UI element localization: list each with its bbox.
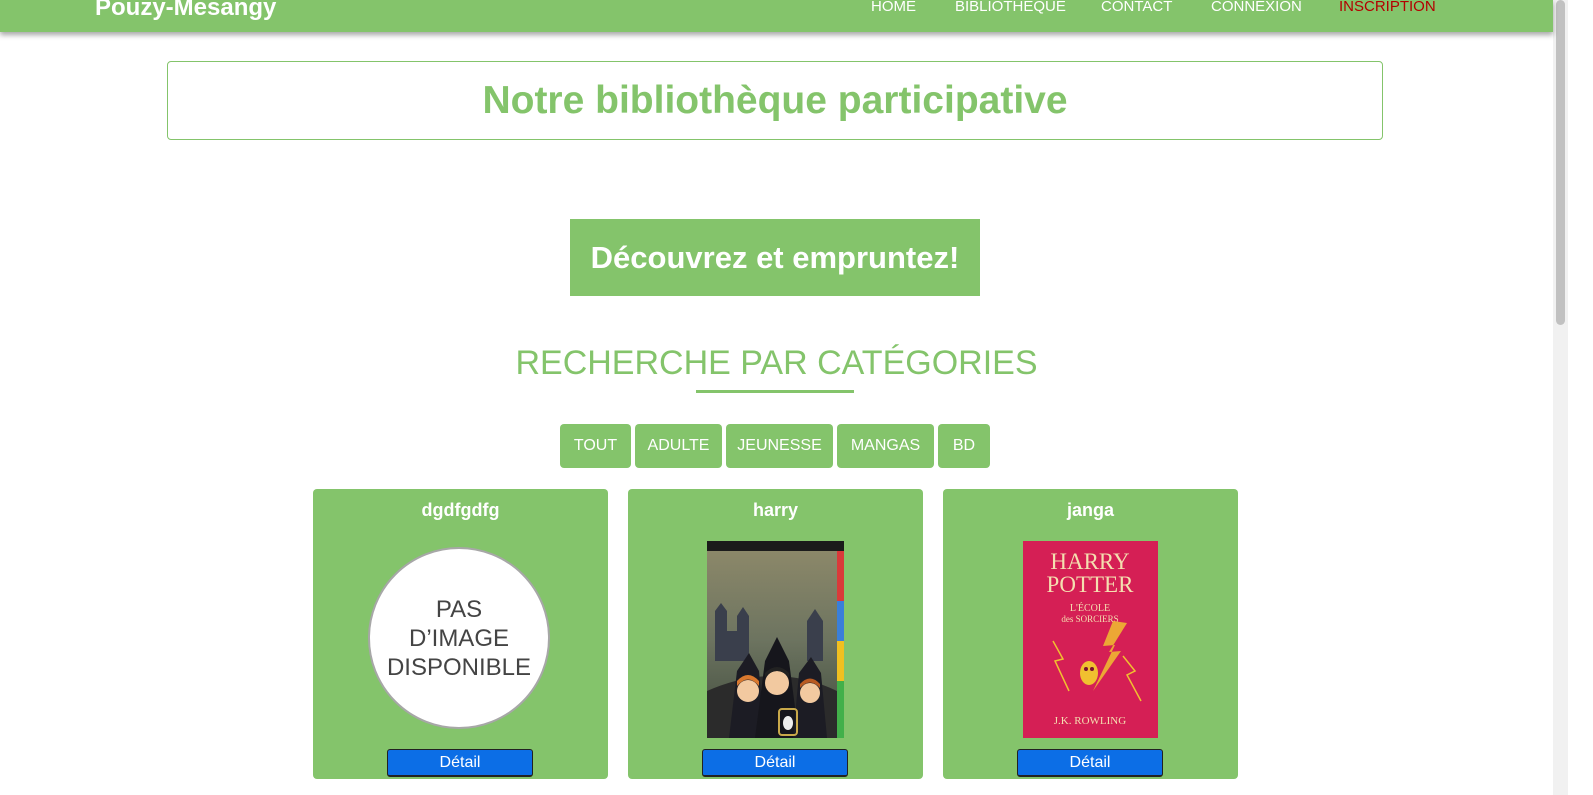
scrollbar-thumb[interactable] — [1556, 0, 1565, 325]
book-card: dgdfgdfg PAS D’IMAGE DISPONIBLE Détail — [313, 489, 608, 779]
cover-subtitle-line1: L'ÉCOLE — [1070, 602, 1110, 614]
book-title: janga — [1066, 500, 1114, 520]
no-image-placeholder: PAS D’IMAGE DISPONIBLE — [368, 547, 550, 729]
cover-art — [707, 541, 844, 738]
no-image-text: PAS D’IMAGE DISPONIBLE — [386, 595, 532, 681]
nav-link-bibliotheque[interactable]: BIBLIOTHEQUE — [955, 0, 1066, 17]
book-cover-image: HARRY POTTER L'ÉCOLE des SORCIERS J.K. R… — [1023, 541, 1158, 738]
category-button-adulte[interactable]: ADULTE — [635, 424, 722, 468]
cover-series-line2: POTTER — [1047, 572, 1135, 597]
nav-link-contact[interactable]: CONTACT — [1101, 0, 1172, 17]
book-cover-image — [707, 541, 844, 738]
page-title-box: Notre bibliothèque participative — [167, 61, 1383, 140]
book-card: janga HARRY POTTER L'ÉCOLE des SORCIERS … — [943, 489, 1238, 779]
top-navbar: Pouzy-Mesangy HOME BIBLIOTHEQUE CONTACT … — [0, 0, 1553, 32]
nav-link-connexion[interactable]: CONNEXION — [1211, 0, 1302, 17]
cover-series-line1: HARRY — [1050, 549, 1130, 574]
cover-subtitle-line2: des SORCIERS — [1061, 614, 1118, 624]
page-scrollbar[interactable] — [1553, 0, 1568, 795]
nav-link-home[interactable]: HOME — [871, 0, 916, 17]
detail-button[interactable]: Détail — [702, 749, 848, 777]
category-button-bd[interactable]: BD — [938, 424, 990, 468]
cover-art: HARRY POTTER L'ÉCOLE des SORCIERS J.K. R… — [1023, 541, 1158, 738]
page-title: Notre bibliothèque participative — [482, 78, 1068, 122]
category-button-jeunesse[interactable]: JEUNESSE — [726, 424, 833, 468]
nav-links: HOME BIBLIOTHEQUE CONTACT CONNEXION INSC… — [0, 0, 1553, 17]
book-title: dgdfgdfg — [421, 500, 500, 520]
categories-heading: RECHERCHE PAR CATÉGORIES — [515, 344, 1038, 382]
discover-borrow-button[interactable]: Découvrez et empruntez! — [570, 219, 980, 296]
detail-button[interactable]: Détail — [1017, 749, 1163, 777]
book-title: harry — [752, 500, 799, 520]
heading-underline — [696, 390, 854, 393]
category-button-mangas[interactable]: MANGAS — [837, 424, 934, 468]
cover-author: J.K. ROWLING — [1054, 715, 1126, 727]
detail-button[interactable]: Détail — [387, 749, 533, 777]
nav-link-inscription[interactable]: INSCRIPTION — [1339, 0, 1436, 17]
category-button-tout[interactable]: TOUT — [560, 424, 631, 468]
book-card: harry Détail — [628, 489, 923, 779]
